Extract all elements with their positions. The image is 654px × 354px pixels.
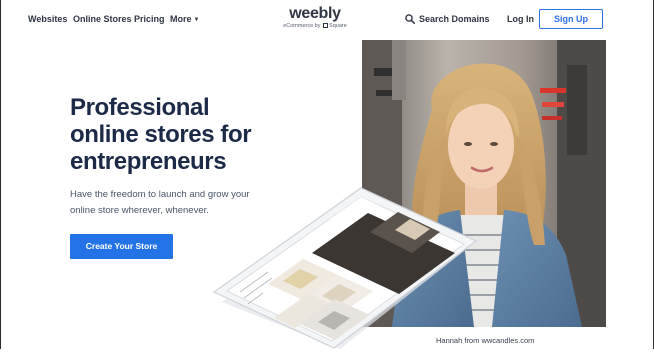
hero-photo bbox=[362, 40, 606, 327]
hero-title-line: online stores for bbox=[70, 121, 252, 148]
hero-title: Professional online stores for entrepren… bbox=[70, 94, 300, 175]
nav-link-online-stores[interactable]: Online Stores bbox=[73, 14, 132, 24]
logo-tagline: eCommerce by Square bbox=[279, 22, 351, 30]
hero-subtitle: Have the freedom to launch and grow your… bbox=[70, 187, 270, 219]
window-edge-left bbox=[0, 0, 1, 349]
photo-caption: Hannah from wwcandles.com bbox=[436, 336, 535, 345]
square-logo-icon bbox=[323, 23, 329, 28]
search-domains-label: Search Domains bbox=[419, 14, 490, 24]
search-icon bbox=[405, 14, 415, 24]
nav-link-websites[interactable]: Websites bbox=[28, 14, 67, 24]
search-domains-link[interactable]: Search Domains bbox=[405, 13, 490, 25]
nav-link-pricing[interactable]: Pricing bbox=[134, 14, 165, 24]
nav-link-more-label: More bbox=[170, 14, 192, 24]
entrepreneur-photo-illustration bbox=[362, 40, 606, 327]
hero-title-line: Professional bbox=[70, 94, 210, 121]
top-navigation: Websites Online Stores Pricing More ▼ wee… bbox=[0, 0, 654, 40]
create-store-button[interactable]: Create Your Store bbox=[70, 234, 173, 259]
logo-wordmark: weebly bbox=[289, 5, 341, 22]
hero-subtitle-line: Have the freedom to launch and grow your bbox=[70, 189, 250, 200]
nav-link-more[interactable]: More ▼ bbox=[170, 14, 199, 24]
login-link[interactable]: Log In bbox=[507, 14, 534, 24]
hero-subtitle-line: online store wherever, whenever. bbox=[70, 205, 209, 216]
logo-tagline-brand: Square bbox=[329, 23, 347, 29]
hero-title-line: entrepreneurs bbox=[70, 148, 227, 175]
signup-button[interactable]: Sign Up bbox=[539, 9, 603, 29]
chevron-down-icon: ▼ bbox=[193, 17, 200, 23]
logo-tagline-text: eCommerce by bbox=[283, 23, 321, 29]
weebly-logo[interactable]: weebly eCommerce by Square bbox=[279, 6, 351, 30]
